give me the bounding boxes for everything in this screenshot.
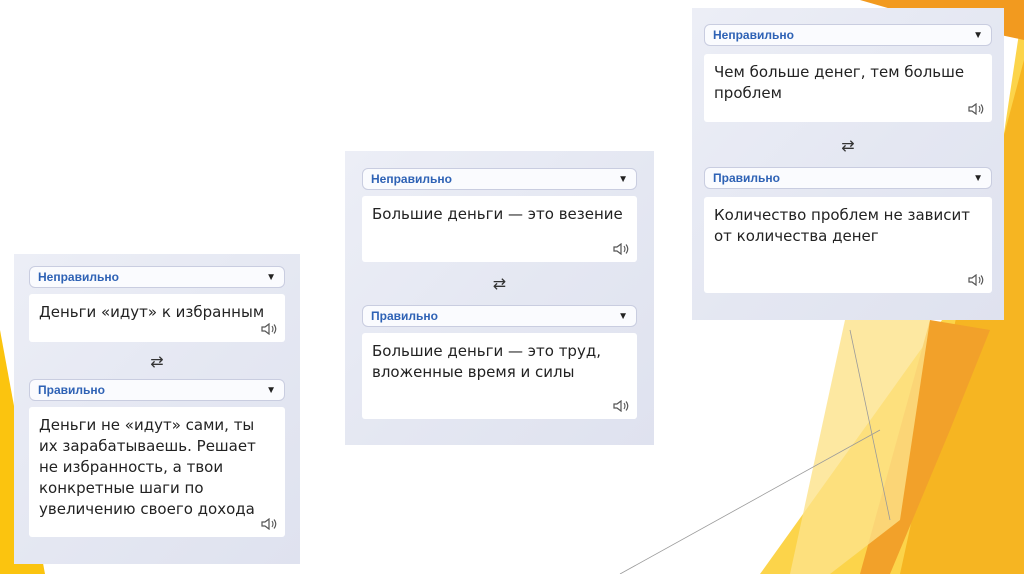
wrong-text: Большие деньги — это везение	[372, 205, 623, 223]
right-label: Правильно	[38, 383, 105, 397]
wrong-label: Неправильно	[371, 172, 452, 186]
wrong-text-box: Чем больше денег, тем больше проблем	[704, 54, 992, 122]
wrong-label: Неправильно	[713, 28, 794, 42]
wrong-text-box: Большие деньги — это везение	[362, 196, 637, 262]
right-text-box: Деньги не «идут» сами, ты их зарабатывае…	[29, 407, 285, 537]
chevron-down-icon: ▼	[266, 271, 276, 283]
speaker-icon[interactable]	[968, 103, 984, 115]
chevron-down-icon: ▼	[973, 172, 983, 184]
right-label: Правильно	[371, 309, 438, 323]
right-text-box: Количество проблем не зависит от количес…	[704, 197, 992, 293]
speaker-icon[interactable]	[261, 518, 277, 530]
swap-icon[interactable]: ⇄	[362, 274, 637, 293]
wrong-text: Деньги «идут» к избранным	[39, 303, 265, 321]
right-text: Деньги не «идут» сами, ты их зарабатывае…	[39, 416, 256, 518]
right-text: Большие деньги — это труд, вложенные вре…	[372, 342, 601, 381]
wrong-dropdown[interactable]: Неправильно ▼	[362, 168, 637, 190]
wrong-text: Чем больше денег, тем больше проблем	[714, 63, 965, 102]
right-dropdown[interactable]: Правильно ▼	[362, 305, 637, 327]
chevron-down-icon: ▼	[266, 384, 276, 396]
translation-card-2: Неправильно ▼ Большие деньги — это везен…	[345, 151, 654, 445]
swap-icon[interactable]: ⇄	[704, 136, 992, 155]
right-text-box: Большие деньги — это труд, вложенные вре…	[362, 333, 637, 419]
speaker-icon[interactable]	[613, 400, 629, 412]
right-dropdown[interactable]: Правильно ▼	[704, 167, 992, 189]
wrong-label: Неправильно	[38, 270, 119, 284]
swap-icon[interactable]: ⇄	[29, 352, 285, 371]
speaker-icon[interactable]	[968, 274, 984, 286]
chevron-down-icon: ▼	[618, 310, 628, 322]
speaker-icon[interactable]	[261, 323, 277, 335]
translation-card-1: Неправильно ▼ Деньги «идут» к избранным …	[14, 254, 300, 564]
translation-card-3: Неправильно ▼ Чем больше денег, тем боль…	[692, 8, 1004, 320]
wrong-dropdown[interactable]: Неправильно ▼	[29, 266, 285, 288]
wrong-text-box: Деньги «идут» к избранным	[29, 294, 285, 342]
chevron-down-icon: ▼	[973, 29, 983, 41]
right-label: Правильно	[713, 171, 780, 185]
chevron-down-icon: ▼	[618, 173, 628, 185]
right-dropdown[interactable]: Правильно ▼	[29, 379, 285, 401]
wrong-dropdown[interactable]: Неправильно ▼	[704, 24, 992, 46]
speaker-icon[interactable]	[613, 243, 629, 255]
right-text: Количество проблем не зависит от количес…	[714, 206, 970, 245]
